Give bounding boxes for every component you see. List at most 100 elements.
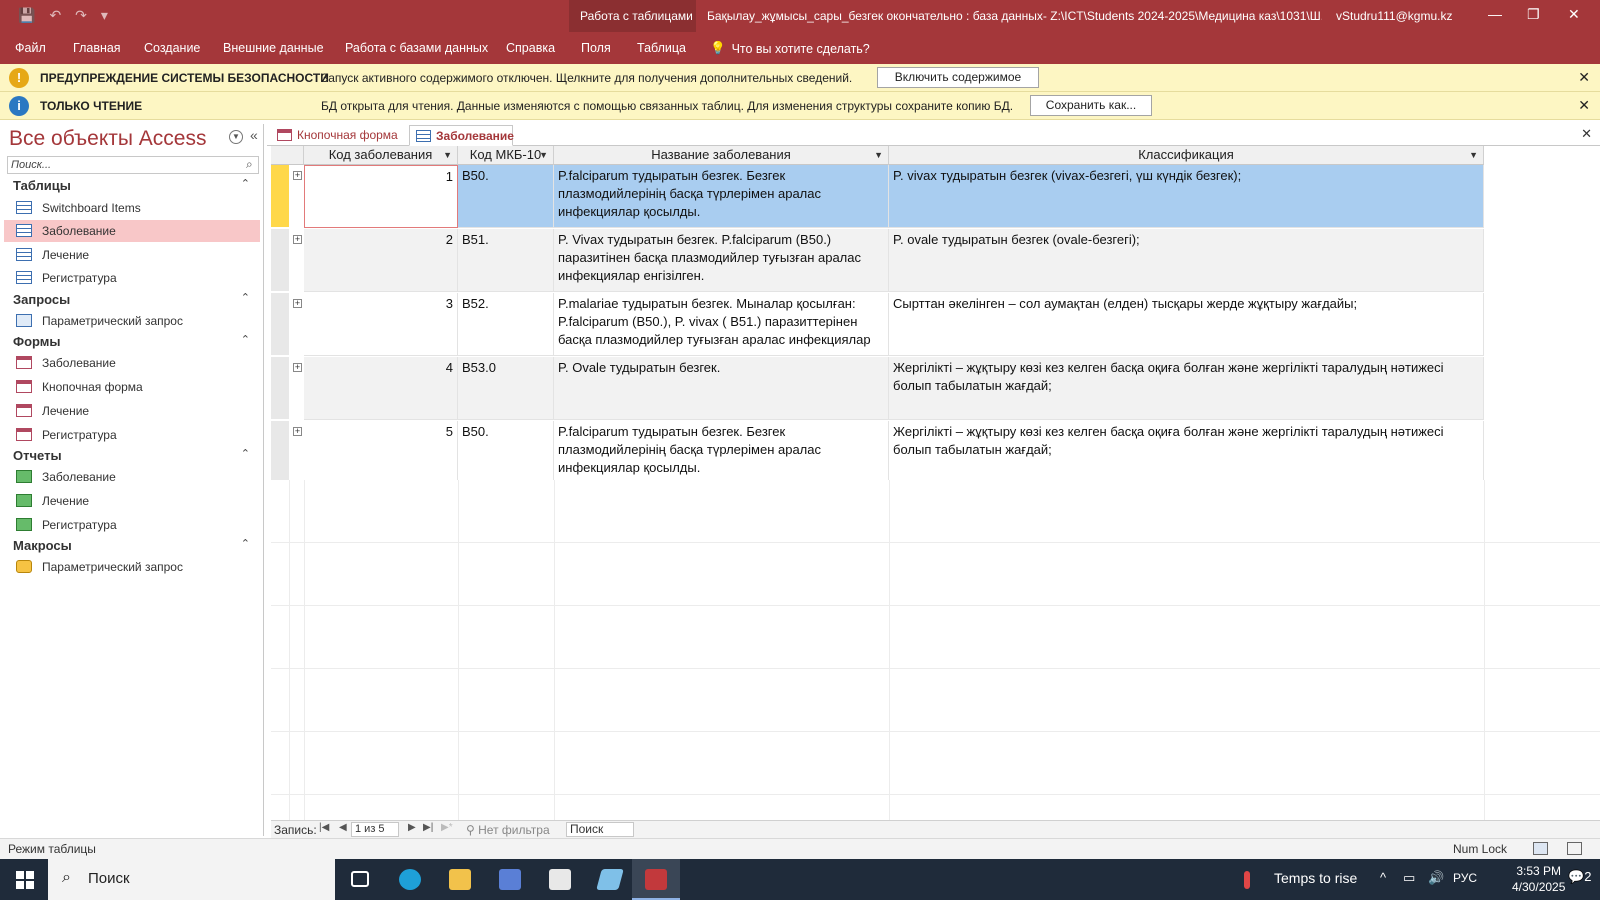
chevron-down-icon[interactable]: ▼	[1469, 146, 1478, 164]
user-account[interactable]: vStudru111@kgmu.kz	[1336, 9, 1452, 23]
network-icon[interactable]: ▭	[1403, 870, 1415, 886]
record-selector[interactable]	[271, 229, 289, 292]
tab-create[interactable]: Создание	[144, 41, 200, 55]
column-header[interactable]: Классификация ▼	[889, 146, 1484, 165]
nav-item[interactable]: Параметрический запрос	[4, 556, 260, 578]
edge-icon[interactable]	[386, 859, 434, 900]
cell-icd-code[interactable]: B50.	[458, 421, 554, 484]
redo-icon[interactable]: ↷	[75, 7, 87, 24]
current-record-input[interactable]: 1 из 5	[351, 822, 399, 837]
app-icon[interactable]	[586, 859, 634, 900]
next-record-icon[interactable]: ▶	[408, 822, 416, 833]
chevron-down-icon[interactable]: ▼	[874, 146, 883, 164]
access-app-icon[interactable]	[632, 859, 680, 900]
nav-item[interactable]: Лечение	[4, 244, 260, 266]
cell-disease-code[interactable]: 1	[304, 165, 458, 228]
nav-group-macros[interactable]: Макросы ⌃	[4, 536, 260, 556]
cell-icd-code[interactable]: B51.	[458, 229, 554, 292]
column-header[interactable]: Код МКБ-10 ▼	[458, 146, 554, 165]
nav-item[interactable]: Параметрический запрос	[4, 310, 260, 332]
cell-icd-code[interactable]: B53.0	[458, 357, 554, 420]
notification-icon[interactable]: 💬2	[1568, 869, 1591, 885]
tab-home[interactable]: Главная	[73, 41, 121, 55]
tab-table[interactable]: Таблица	[637, 41, 686, 55]
tell-me-box[interactable]: 💡 Что вы хотите сделать?	[710, 41, 870, 56]
weather-text[interactable]: Temps to rise	[1274, 870, 1357, 886]
select-all-corner[interactable]	[271, 146, 304, 165]
security-warning-text[interactable]: Запуск активного содержимого отключен. Щ…	[321, 71, 852, 85]
record-selector[interactable]	[271, 165, 289, 228]
enable-content-button[interactable]: Включить содержимое	[877, 67, 1039, 88]
restore-icon[interactable]: ❐	[1527, 6, 1540, 23]
nav-item[interactable]: Switchboard Items	[4, 197, 260, 219]
nav-item[interactable]: Лечение	[4, 400, 260, 422]
cell-disease-code[interactable]: 5	[304, 421, 458, 484]
volume-icon[interactable]: 🔊	[1428, 870, 1444, 886]
tab-external-data[interactable]: Внешние данные	[223, 41, 324, 55]
nav-search-input[interactable]: Поиск...	[7, 156, 259, 174]
nav-group-queries[interactable]: Запросы ⌃	[4, 290, 260, 310]
tab-help[interactable]: Справка	[506, 41, 555, 55]
tab-fields[interactable]: Поля	[581, 41, 611, 55]
cell-disease-code[interactable]: 3	[304, 293, 458, 356]
first-record-icon[interactable]: |◀	[319, 822, 329, 833]
last-record-icon[interactable]: ▶|	[423, 822, 433, 833]
nav-item[interactable]: Заболевание	[4, 220, 260, 242]
cell-disease-name[interactable]: P.malariae тудыратын безгек. Мыналар қос…	[554, 293, 889, 356]
save-as-button[interactable]: Сохранить как...	[1030, 95, 1152, 116]
nav-item[interactable]: Заболевание	[4, 352, 260, 374]
close-icon[interactable]: ✕	[1581, 126, 1592, 142]
nav-item[interactable]: Лечение	[4, 490, 260, 512]
cell-disease-code[interactable]: 4	[304, 357, 458, 420]
customize-qat-icon[interactable]: ▾	[101, 7, 108, 24]
cell-classification[interactable]: Сырттан әкелінген – сол аумақтан (елден)…	[889, 293, 1484, 356]
expand-icon[interactable]: +	[293, 299, 302, 308]
windows-start-icon[interactable]	[0, 859, 48, 900]
cell-classification[interactable]: Жергілікті – жұқтыру көзі кез келген бас…	[889, 421, 1484, 484]
mail-icon[interactable]	[536, 859, 584, 900]
prev-record-icon[interactable]: ◀	[339, 822, 347, 833]
chevron-up-icon[interactable]: ^	[1380, 870, 1386, 885]
nav-title[interactable]: Все объекты Access	[9, 127, 207, 151]
collapse-icon[interactable]: ⌃	[241, 291, 250, 304]
filter-status[interactable]: ⚲ Нет фильтра	[466, 823, 550, 837]
collapse-icon[interactable]: ⌃	[241, 177, 250, 190]
taskbar-search[interactable]: ⌕ Поиск	[48, 859, 335, 900]
language-indicator[interactable]: РУС	[1453, 871, 1477, 885]
expand-icon[interactable]: +	[293, 427, 302, 436]
chevron-down-icon[interactable]: ▼	[539, 146, 548, 164]
nav-item[interactable]: Регистратура	[4, 267, 260, 289]
record-search-input[interactable]: Поиск	[566, 822, 634, 837]
minimize-icon[interactable]: —	[1488, 6, 1502, 22]
record-selector[interactable]	[271, 421, 289, 484]
column-header[interactable]: Название заболевания ▼	[554, 146, 889, 165]
tab-switchboard-form[interactable]: Кнопочная форма	[271, 125, 405, 146]
nav-item[interactable]: Кнопочная форма	[4, 376, 260, 398]
cell-icd-code[interactable]: B52.	[458, 293, 554, 356]
record-selector[interactable]	[271, 293, 289, 356]
cell-disease-name[interactable]: P.falciparum тудыратын безгек. Безгек пл…	[554, 165, 889, 228]
collapse-icon[interactable]: ⌃	[241, 447, 250, 460]
store-icon[interactable]	[486, 859, 534, 900]
cell-disease-name[interactable]: P. Ovale тудыратын безгек.	[554, 357, 889, 420]
tab-database-tools[interactable]: Работа с базами данных	[345, 41, 488, 55]
cell-disease-code[interactable]: 2	[304, 229, 458, 292]
search-icon[interactable]: ⌕	[246, 157, 253, 172]
cell-icd-code[interactable]: B50.	[458, 165, 554, 228]
nav-group-forms[interactable]: Формы ⌃	[4, 332, 260, 352]
nav-group-reports[interactable]: Отчеты ⌃	[4, 446, 260, 466]
tab-disease-table[interactable]: Заболевание	[409, 125, 514, 146]
collapse-pane-icon[interactable]: «	[250, 127, 258, 143]
save-icon[interactable]: 💾	[18, 7, 35, 24]
cell-disease-name[interactable]: P. Vivax тудыратын безгек. P.falciparum …	[554, 229, 889, 292]
expand-icon[interactable]: +	[293, 235, 302, 244]
chevron-down-icon[interactable]: ▼	[229, 130, 243, 144]
collapse-icon[interactable]: ⌃	[241, 537, 250, 550]
nav-item[interactable]: Регистратура	[4, 514, 260, 536]
task-view-icon[interactable]	[336, 859, 384, 900]
cell-disease-name[interactable]: P.falciparum тудыратын безгек. Безгек пл…	[554, 421, 889, 484]
clock[interactable]: 3:53 PM 4/30/2025	[1512, 863, 1565, 895]
file-explorer-icon[interactable]	[436, 859, 484, 900]
nav-item[interactable]: Заболевание	[4, 466, 260, 488]
cell-classification[interactable]: Жергілікті – жұқтыру көзі кез келген бас…	[889, 357, 1484, 420]
